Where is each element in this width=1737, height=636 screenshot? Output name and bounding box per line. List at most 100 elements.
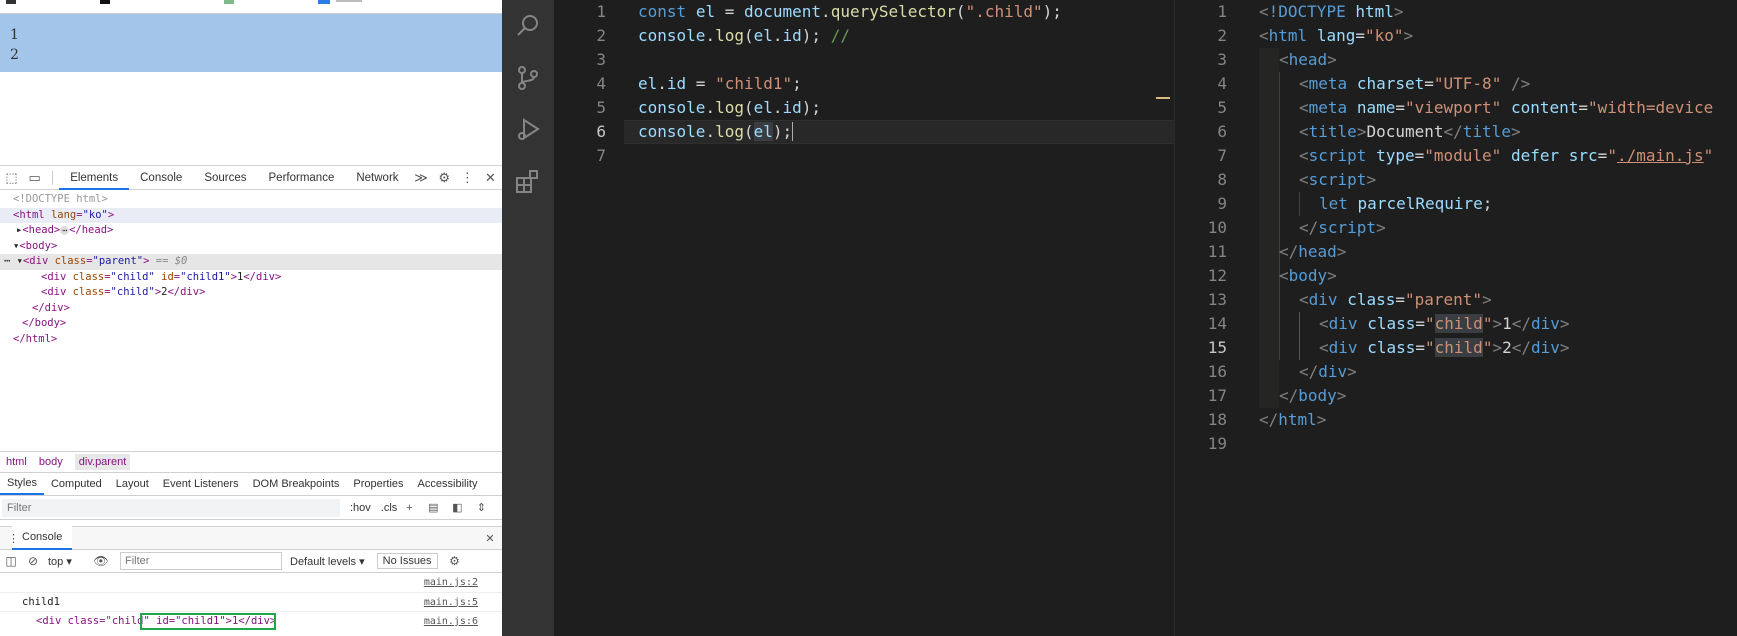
code-line[interactable]: <body> (1279, 264, 1337, 288)
profile-icon[interactable] (318, 0, 330, 4)
issues-button[interactable]: No Issues (376, 553, 438, 569)
drawer-tab-console[interactable]: Console (12, 526, 73, 550)
sidebar-icon[interactable]: ◫ (0, 554, 22, 568)
code-line[interactable]: <script> (1299, 168, 1376, 192)
expand-arrow-icon[interactable]: ▸ (16, 224, 22, 236)
tree-html-close[interactable]: </html> (0, 332, 502, 348)
breadcrumb-html[interactable]: html (6, 456, 27, 468)
more-options-icon[interactable]: ⋮ (456, 166, 479, 190)
console-source-link[interactable]: main.js:6 (424, 612, 478, 631)
hov-toggle[interactable]: :hov (350, 502, 371, 514)
tab-network[interactable]: Network (345, 166, 409, 190)
tree-html-open[interactable]: <html lang="ko"> (0, 207, 502, 223)
code-line[interactable]: <title>Document</title> (1299, 120, 1521, 144)
code-line[interactable]: <div class="child">1</div> (1319, 312, 1570, 336)
lang-attr-value: "ko" (82, 208, 108, 221)
styles-filter-input[interactable]: Filter (2, 498, 340, 517)
log-levels-dropdown[interactable]: Default levels ▾ (290, 555, 365, 568)
code-line[interactable]: <script type="module" defer src="./main.… (1299, 144, 1713, 168)
tree-parent-div[interactable]: ⋯ ▾<div class="parent"> == $0 (0, 254, 502, 270)
code-line[interactable]: console.log(el.id); (638, 96, 821, 120)
live-expression-eye-icon[interactable]: 👁 (90, 554, 112, 568)
code-line[interactable]: </script> (1299, 216, 1386, 240)
code-line[interactable]: <!DOCTYPE html> (1259, 0, 1404, 24)
tab-icon[interactable] (100, 0, 110, 4)
chevron-down-icon: ▾ (359, 555, 365, 568)
code-line[interactable]: console.log(el.id); // (638, 24, 850, 48)
code-line[interactable]: <meta name="viewport" content="width=dev… (1299, 96, 1713, 120)
tab-elements[interactable]: Elements (59, 166, 130, 190)
scroll-arrows-icon[interactable]: ⇕ (469, 501, 493, 514)
line-number: 7 (1217, 146, 1227, 165)
tree-body[interactable]: ▾<body> (0, 239, 502, 255)
more-tabs-icon[interactable]: ≫ (410, 166, 433, 190)
child1-id-value: "child1" (180, 270, 231, 283)
new-rule-icon[interactable]: + (397, 502, 421, 514)
tab-console[interactable]: Console (129, 166, 193, 190)
collapse-arrow-icon[interactable]: ▾ (17, 255, 23, 267)
code-line[interactable]: <html lang="ko"> (1259, 24, 1413, 48)
collapse-arrow-icon[interactable]: ▾ (13, 240, 19, 252)
tab-sources[interactable]: Sources (193, 166, 257, 190)
subtab-accessibility[interactable]: Accessibility (411, 478, 485, 490)
breadcrumb-body[interactable]: body (39, 456, 63, 468)
styles-subtabs: Styles Computed Layout Event Listeners D… (0, 472, 502, 496)
styles-filter-bar: Filter :hov .cls + ▤ ◧ ⇕ (0, 496, 502, 520)
code-line[interactable]: <meta charset="UTF-8" /> (1299, 72, 1530, 96)
source-control-icon[interactable] (502, 52, 554, 104)
tree-head[interactable]: ▸<head> ⋯ </head> (0, 223, 502, 239)
drawer-menu-icon[interactable]: ⋮ (8, 532, 19, 545)
subtab-properties[interactable]: Properties (346, 478, 410, 490)
doctype-text: <!DOCTYPE html> (13, 193, 108, 205)
code-line[interactable]: <div class="parent"> (1299, 288, 1492, 312)
inspect-element-icon[interactable]: ⬚ (0, 166, 23, 190)
clear-console-icon[interactable]: ⊘ (22, 554, 44, 568)
line-number: 2 (1217, 26, 1227, 45)
context-selector[interactable]: top ▾ (48, 555, 90, 568)
code-line[interactable]: </div> (1299, 360, 1357, 384)
console-filter-input[interactable]: Filter (120, 552, 282, 570)
subtab-layout[interactable]: Layout (109, 478, 156, 490)
settings-gear-icon[interactable]: ⚙ (433, 166, 456, 190)
cls-toggle[interactable]: .cls (381, 502, 398, 514)
close-devtools-icon[interactable]: ✕ (479, 166, 502, 190)
console-source-link[interactable]: main.js:2 (424, 573, 478, 592)
code-line[interactable]: el.id = "child1"; (638, 72, 802, 96)
sidebar-toggle-icon[interactable]: ◧ (445, 501, 469, 514)
console-settings-icon[interactable]: ⚙ (444, 554, 466, 568)
subtab-styles[interactable]: Styles (0, 473, 44, 495)
run-debug-icon[interactable] (502, 104, 554, 156)
breadcrumb-div-parent[interactable]: div.parent (74, 454, 131, 470)
ellipsis-icon[interactable]: ⋯ (60, 226, 70, 235)
extension-icon[interactable] (224, 0, 234, 4)
code-line[interactable]: </head> (1279, 240, 1346, 264)
extensions-icon[interactable] (502, 156, 554, 208)
code-line[interactable]: console.log(el); (638, 120, 794, 144)
subtab-computed[interactable]: Computed (44, 478, 109, 490)
tree-div-close[interactable]: </div> (0, 301, 502, 317)
editor-main-js[interactable]: 1 2 3 4 5 6 7 const el = document.queryS… (554, 0, 1174, 636)
code-line[interactable]: <head> (1279, 48, 1337, 72)
selected-marker: == $0 (155, 255, 188, 267)
code-line[interactable]: </body> (1279, 384, 1346, 408)
tree-child1[interactable]: <div class="child" id="child1">1</div> (0, 270, 502, 286)
close-drawer-icon[interactable]: ✕ (478, 532, 502, 545)
back-icon[interactable] (6, 0, 16, 4)
tab-performance[interactable]: Performance (258, 166, 346, 190)
subtab-dom-breakpoints[interactable]: DOM Breakpoints (246, 478, 347, 490)
paint-icon[interactable]: ▤ (421, 501, 445, 514)
code-line[interactable]: <div class="child">2</div> (1319, 336, 1570, 360)
code-line[interactable]: let parcelRequire; (1319, 192, 1492, 216)
tree-doctype[interactable]: <!DOCTYPE html> (0, 192, 502, 208)
subtab-event-listeners[interactable]: Event Listeners (156, 478, 246, 490)
code-line[interactable]: const el = document.querySelector(".chil… (638, 0, 1062, 24)
code-line[interactable]: </html> (1259, 408, 1326, 432)
console-source-link[interactable]: main.js:5 (424, 593, 478, 612)
tree-body-close[interactable]: </body> (0, 316, 502, 332)
parent-class-value: "parent" (92, 255, 144, 267)
child2-text: 2 (161, 286, 168, 298)
editor-index-html[interactable]: 1 2 3 4 5 6 7 8 9 10 11 12 13 14 15 16 1… (1174, 0, 1737, 636)
device-toolbar-icon[interactable]: ▭ (23, 166, 46, 190)
tree-child2[interactable]: <div class="child">2</div> (0, 285, 502, 301)
search-icon[interactable] (502, 0, 554, 52)
